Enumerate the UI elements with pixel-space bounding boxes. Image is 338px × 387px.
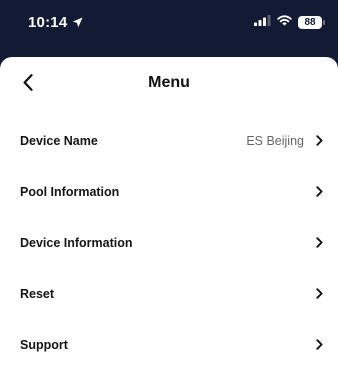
- menu-sheet: Menu Device Name ES Beijing Pool Informa…: [0, 57, 338, 387]
- menu-item-label: Support: [20, 337, 68, 352]
- wifi-icon: [277, 13, 292, 31]
- menu-item-label: Device Information: [20, 235, 133, 250]
- menu-item-support[interactable]: Support: [0, 319, 338, 370]
- menu-list: Device Name ES Beijing Pool Information …: [0, 115, 338, 370]
- status-time: 10:14: [28, 14, 83, 32]
- menu-item-device-name[interactable]: Device Name ES Beijing: [0, 115, 338, 166]
- cellular-signal-icon: [254, 13, 271, 31]
- menu-item-value: ES Beijing: [246, 133, 304, 148]
- menu-item-label: Pool Information: [20, 184, 120, 199]
- menu-item-device-information[interactable]: Device Information: [0, 217, 338, 268]
- status-icons: 88: [254, 13, 325, 31]
- page-title: Menu: [148, 74, 190, 91]
- chevron-right-icon: [314, 288, 324, 300]
- menu-item-label: Reset: [20, 286, 55, 301]
- chevron-right-icon: [314, 339, 324, 351]
- battery-icon: 88: [298, 15, 325, 29]
- menu-item-pool-information[interactable]: Pool Information: [0, 166, 338, 217]
- chevron-right-icon: [314, 135, 324, 147]
- status-bar: 10:14 88: [0, 0, 338, 56]
- menu-item-label: Device Name: [20, 133, 98, 148]
- status-time-text: 10:14: [28, 14, 68, 31]
- chevron-right-icon: [314, 186, 324, 198]
- chevron-right-icon: [314, 237, 324, 249]
- location-arrow-icon: [72, 15, 83, 32]
- nav-bar: Menu: [0, 57, 338, 115]
- menu-item-reset[interactable]: Reset: [0, 268, 338, 319]
